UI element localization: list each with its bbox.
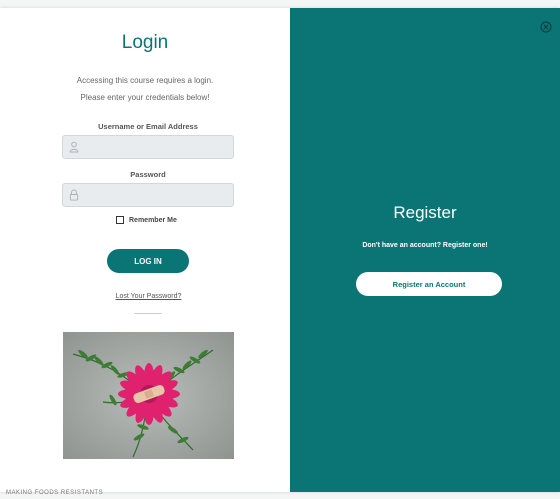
close-circle-icon[interactable]	[540, 21, 552, 33]
login-title: Login	[121, 32, 169, 53]
lock-icon	[69, 189, 79, 201]
register-title: Register	[393, 203, 457, 222]
login-button[interactable]: LOG IN	[107, 249, 189, 273]
login-panel: Login Accessing this course requires a l…	[0, 8, 290, 492]
login-register-modal: Login Accessing this course requires a l…	[0, 8, 560, 492]
flower-image-drawing	[63, 332, 234, 459]
page: Login Accessing this course requires a l…	[0, 0, 560, 499]
user-icon	[69, 141, 79, 153]
remember-me-label: Remember Me	[129, 216, 177, 224]
remember-me-checkbox[interactable]	[116, 216, 124, 224]
footer-text: MAKING FOODS RESISTANTS	[6, 490, 104, 494]
register-panel: Register Don't have an account? Register…	[290, 8, 560, 492]
username-input[interactable]	[83, 136, 231, 158]
register-description: Don't have an account? Register one!	[362, 242, 488, 249]
password-input[interactable]	[83, 184, 231, 206]
password-label: Password	[130, 170, 166, 179]
flower-with-bandage-image	[63, 332, 234, 459]
login-description-line-2: Please enter your credentials below!	[80, 93, 210, 102]
divider	[134, 313, 162, 314]
remember-me[interactable]: Remember Me	[116, 216, 177, 224]
login-description-line-1: Accessing this course requires a login.	[76, 76, 214, 85]
username-field[interactable]	[62, 135, 234, 159]
register-account-button[interactable]: Register an Account	[356, 272, 502, 296]
password-field[interactable]	[62, 183, 234, 207]
username-label: Username or Email Address	[98, 122, 198, 131]
login-description: Accessing this course requires a login. …	[20, 72, 270, 106]
lost-password-link[interactable]: Lost Your Password?	[0, 293, 297, 300]
